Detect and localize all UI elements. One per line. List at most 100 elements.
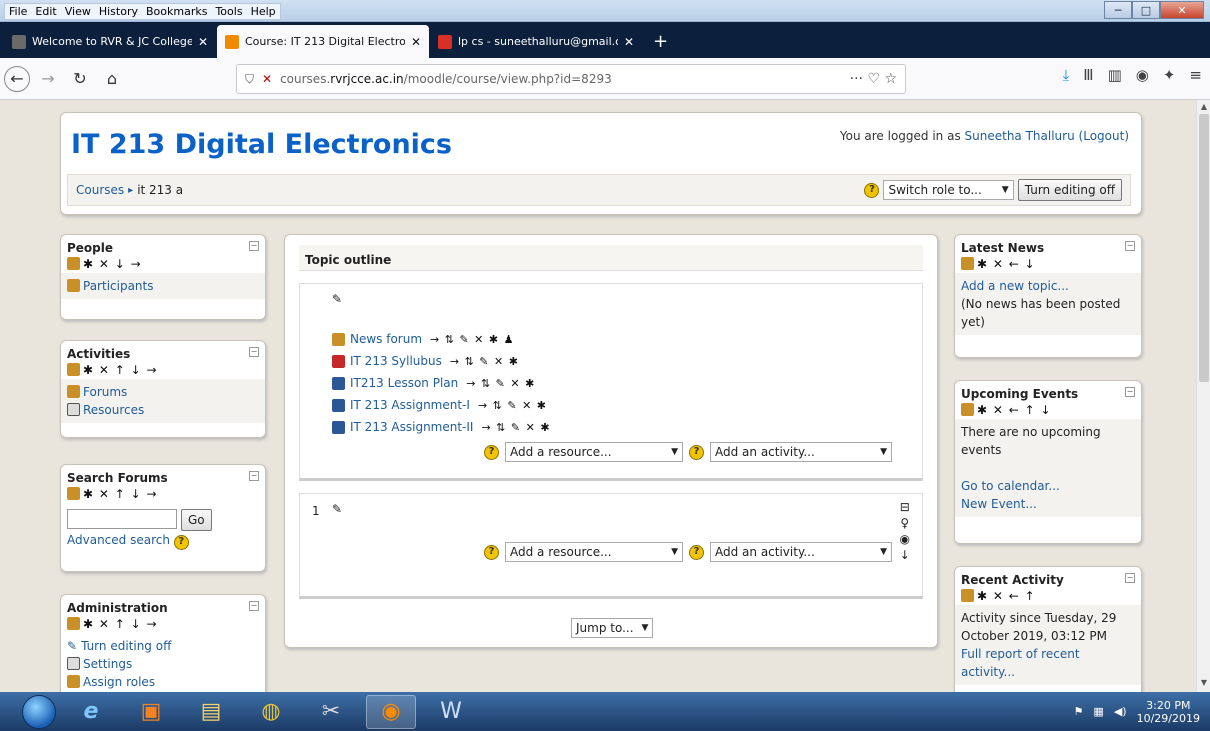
block-controls[interactable]: ✱ ✕ ↑ ↓ → xyxy=(67,617,259,631)
resource-edit-icons[interactable]: → ⇅ ✎ ✕ ✱ xyxy=(481,421,550,434)
move-down-icon[interactable]: ↓ xyxy=(900,548,910,562)
help-icon[interactable]: ? xyxy=(689,544,704,560)
menu-help[interactable]: Help xyxy=(247,5,280,18)
add-topic-link[interactable]: Add a new topic... xyxy=(961,279,1069,293)
logout-link[interactable]: (Logout) xyxy=(1079,129,1129,143)
show-only-topic-icon[interactable]: ⊟ xyxy=(900,500,910,514)
account-icon[interactable]: ◉ xyxy=(1136,66,1149,84)
resource-edit-icons[interactable]: → ⇅ ✎ ✕ ✱ xyxy=(478,399,547,412)
forward-arrow-icon[interactable]: → xyxy=(34,65,62,93)
add-activity-select[interactable]: Add an activity... ▼ xyxy=(710,442,892,462)
menu-history[interactable]: History xyxy=(95,5,142,18)
switch-role-select[interactable]: Switch role to... ▼ xyxy=(883,180,1014,200)
insecure-lock-icon[interactable]: ✕ xyxy=(262,72,272,86)
collapse-icon[interactable]: − xyxy=(1125,241,1135,251)
media-player-taskbar-icon[interactable]: ▣ xyxy=(126,695,176,729)
shield-icon[interactable]: ⛉ xyxy=(245,72,254,87)
settings-link[interactable]: Settings xyxy=(67,657,132,671)
block-controls[interactable]: ✱ ✕ ← ↑ ↓ xyxy=(961,403,1135,417)
tab-gmail[interactable]: lp cs - suneethalluru@gmail.co ✕ xyxy=(430,25,642,58)
menu-view[interactable]: View xyxy=(61,5,95,18)
collapse-icon[interactable]: − xyxy=(249,347,259,357)
word-taskbar-icon[interactable]: W xyxy=(426,695,476,729)
scroll-up-icon[interactable]: ▲ xyxy=(1197,102,1210,114)
block-controls[interactable]: ✱ ✕ ↑ ↓ → xyxy=(67,363,259,377)
close-tab-icon[interactable]: ✕ xyxy=(411,35,421,49)
menu-edit[interactable]: Edit xyxy=(31,5,60,18)
download-icon[interactable]: ⤓ xyxy=(1063,66,1070,84)
add-resource-select[interactable]: Add a resource... ▼ xyxy=(505,542,683,562)
start-button-icon[interactable] xyxy=(22,694,56,729)
ie-taskbar-icon[interactable]: e xyxy=(66,695,116,729)
volume-icon[interactable]: ◀) xyxy=(1114,705,1127,718)
menu-file[interactable]: File xyxy=(5,5,31,18)
resource-edit-icons[interactable]: → ⇅ ✎ ✕ ✱ ♟ xyxy=(430,333,514,346)
scrollbar-thumb[interactable] xyxy=(1199,114,1209,382)
highlight-bulb-icon[interactable]: ♀ xyxy=(900,516,909,530)
collapse-icon[interactable]: − xyxy=(1125,573,1135,583)
page-actions[interactable]: ··· ♡ ☆ xyxy=(850,71,897,87)
go-button[interactable]: Go xyxy=(181,509,212,531)
help-icon[interactable]: ? xyxy=(484,544,499,560)
collapse-icon[interactable]: − xyxy=(249,241,259,251)
help-icon[interactable]: ? xyxy=(689,444,704,460)
add-activity-select[interactable]: Add an activity... ▼ xyxy=(710,542,892,562)
maximize-button[interactable]: □ xyxy=(1132,1,1160,19)
menu-bookmarks[interactable]: Bookmarks xyxy=(142,5,211,18)
menu-tools[interactable]: Tools xyxy=(211,5,246,18)
close-tab-icon[interactable]: ✕ xyxy=(198,35,208,49)
advanced-search-link[interactable]: Advanced search ? xyxy=(67,533,189,550)
block-controls[interactable]: ✱ ✕ ↑ ↓ → xyxy=(67,487,259,501)
resource-edit-icons[interactable]: → ⇅ ✎ ✕ ✱ xyxy=(466,377,535,390)
new-event-link[interactable]: New Event... xyxy=(961,497,1037,511)
breadcrumb-courses[interactable]: Courses xyxy=(76,183,124,197)
block-controls[interactable]: ✱ ✕ ← ↑ xyxy=(961,589,1135,603)
forums-link[interactable]: Forums xyxy=(67,385,127,399)
tab-rvr-college[interactable]: Welcome to RVR & JC College ✕ xyxy=(4,25,216,58)
action-center-icon[interactable]: ⚑ xyxy=(1074,705,1084,718)
new-tab-button[interactable]: + xyxy=(643,25,678,58)
help-icon[interactable]: ? xyxy=(864,182,880,198)
edit-summary-icon[interactable]: ✎ xyxy=(332,502,342,516)
assign-roles-link[interactable]: Assign roles xyxy=(67,675,155,689)
sidebar-icon[interactable]: ▥ xyxy=(1108,66,1122,84)
search-input[interactable] xyxy=(67,509,177,529)
extensions-icon[interactable]: ✦ xyxy=(1163,66,1176,84)
scroll-down-icon[interactable]: ▼ xyxy=(1197,678,1210,690)
explorer-taskbar-icon[interactable]: ▤ xyxy=(186,695,236,729)
page-scrollbar[interactable]: ▲ ▼ xyxy=(1196,100,1210,692)
block-controls[interactable]: ✱ ✕ ↓ → xyxy=(67,257,259,271)
calendar-link[interactable]: Go to calendar... xyxy=(961,479,1060,493)
chrome-taskbar-icon[interactable]: ◍ xyxy=(246,695,296,729)
close-window-button[interactable]: ✕ xyxy=(1160,1,1204,19)
menu-icon[interactable]: ≡ xyxy=(1189,66,1202,84)
collapse-icon[interactable]: − xyxy=(1125,387,1135,397)
back-arrow-icon[interactable]: ← xyxy=(4,65,30,92)
home-icon[interactable]: ⌂ xyxy=(98,65,126,93)
collapse-icon[interactable]: − xyxy=(249,601,259,611)
clock[interactable]: 3:20 PM 10/29/2019 xyxy=(1137,699,1200,725)
turn-editing-off-link[interactable]: ✎ Turn editing off xyxy=(67,639,171,653)
reload-icon[interactable]: ↻ xyxy=(66,65,94,93)
resource-edit-icons[interactable]: → ⇅ ✎ ✕ ✱ xyxy=(450,355,519,368)
block-controls[interactable]: ✱ ✕ ← ↓ xyxy=(961,257,1135,271)
collapse-icon[interactable]: − xyxy=(249,471,259,481)
library-icon[interactable]: Ⅲ xyxy=(1083,66,1093,84)
network-icon[interactable]: ▦ xyxy=(1093,705,1103,718)
snipping-tool-taskbar-icon[interactable]: ✂ xyxy=(306,695,356,729)
full-report-link[interactable]: Full report of recent activity... xyxy=(961,647,1080,679)
hide-eye-icon[interactable]: ◉ xyxy=(900,532,910,546)
user-link[interactable]: Suneetha Thalluru xyxy=(965,129,1075,143)
edit-summary-icon[interactable]: ✎ xyxy=(332,292,342,306)
resources-link[interactable]: Resources xyxy=(67,403,144,417)
help-icon[interactable]: ? xyxy=(484,444,499,460)
jump-to-select[interactable]: Jump to... ▼ xyxy=(571,618,654,638)
tab-course[interactable]: Course: IT 213 Digital Electronic ✕ xyxy=(217,25,429,58)
close-tab-icon[interactable]: ✕ xyxy=(624,35,634,49)
participants-link[interactable]: Participants xyxy=(67,279,154,293)
url-bar[interactable]: ⛉ ✕ courses.rvrjcce.ac.in/moodle/course/… xyxy=(236,64,906,94)
turn-editing-off-button[interactable]: Turn editing off xyxy=(1017,179,1122,201)
minimize-button[interactable]: ─ xyxy=(1104,1,1132,19)
firefox-taskbar-icon[interactable]: ◉ xyxy=(366,694,416,729)
add-resource-select[interactable]: Add a resource... ▼ xyxy=(505,442,683,462)
